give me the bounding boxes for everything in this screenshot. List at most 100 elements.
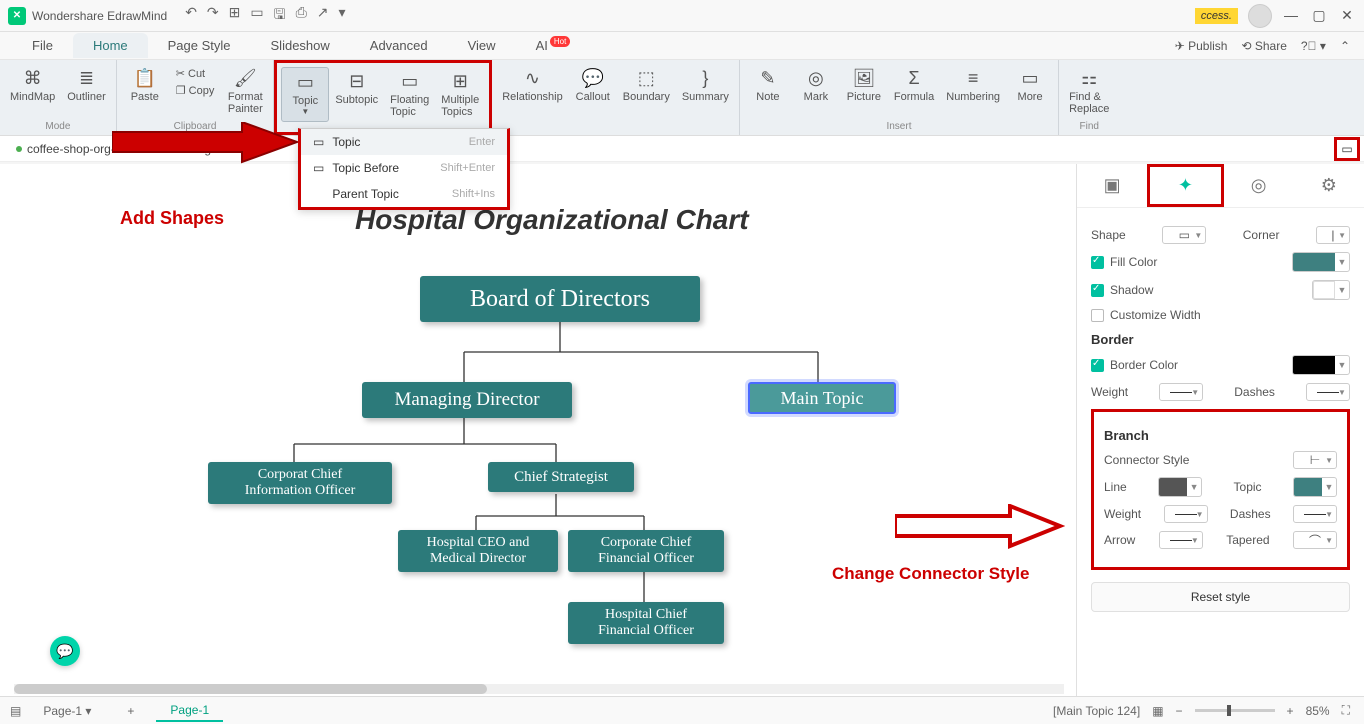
tab-slideshow[interactable]: Slideshow	[251, 33, 350, 58]
shadow-selector[interactable]: ▼	[1312, 280, 1350, 300]
tab-advanced[interactable]: Advanced	[350, 33, 448, 58]
node-ceo[interactable]: Hospital CEO and Medical Director	[398, 530, 558, 572]
page-tab-1[interactable]: Page-1 ▾	[29, 701, 105, 721]
menu-item-parent-topic[interactable]: ▭Parent TopicShift+Ins	[301, 181, 507, 207]
arrow-selector[interactable]	[1159, 531, 1203, 549]
menu-item-topic[interactable]: ▭TopicEnter	[301, 129, 507, 155]
node-cio[interactable]: Corporat Chief Information Officer	[208, 462, 392, 504]
border-color-checkbox[interactable]	[1091, 359, 1104, 372]
mindmap-button[interactable]: ⌘MindMap	[4, 64, 61, 107]
panel-tab-style[interactable]: ▣	[1077, 164, 1147, 207]
node-cfo-hosp[interactable]: Hospital Chief Financial Officer	[568, 602, 724, 644]
share-button[interactable]: ⟲ Share	[1241, 39, 1286, 53]
canvas[interactable]: Hospital Organizational Chart Board of D…	[0, 164, 1076, 696]
group-find-label: Find	[1063, 121, 1115, 133]
label-tapered: Tapered	[1226, 533, 1269, 547]
fill-color-selector[interactable]: ▼	[1292, 252, 1350, 272]
connector-style-selector[interactable]: ⊢	[1293, 451, 1337, 469]
undo-icon[interactable]: ↶	[185, 4, 197, 28]
node-cfo-corp[interactable]: Corporate Chief Financial Officer	[568, 530, 724, 572]
zoom-out-button[interactable]: −	[1176, 704, 1183, 718]
toggle-right-panel-button[interactable]: ▭	[1334, 137, 1360, 161]
numbering-button[interactable]: ≡Numbering	[940, 64, 1006, 107]
save-icon[interactable]: 🖫	[274, 4, 286, 28]
corner-selector[interactable]: |	[1316, 226, 1350, 244]
outliner-button[interactable]: ≣Outliner	[61, 64, 112, 107]
branch-weight-selector[interactable]	[1164, 505, 1208, 523]
mark-button[interactable]: ◎Mark	[792, 64, 840, 107]
more-button[interactable]: ▭More	[1006, 64, 1054, 107]
note-button[interactable]: ✎Note	[744, 64, 792, 107]
topic-button[interactable]: ▭Topic▼	[281, 67, 329, 122]
page-tab-2[interactable]: Page-1	[156, 700, 223, 722]
export-icon[interactable]: ↗	[317, 4, 329, 28]
callout-button[interactable]: 💬Callout	[569, 64, 617, 107]
section-branch: Branch	[1104, 428, 1337, 443]
node-board[interactable]: Board of Directors	[420, 276, 700, 322]
tab-ai[interactable]: AIHot	[516, 33, 591, 58]
zoom-slider[interactable]	[1195, 709, 1275, 712]
qat-more-icon[interactable]: ▾	[339, 4, 346, 28]
tab-page-style[interactable]: Page Style	[148, 33, 251, 58]
collapse-ribbon-icon[interactable]: ⌃	[1340, 39, 1350, 53]
close-icon[interactable]: ✕	[1338, 7, 1356, 25]
print-icon[interactable]: ⎙	[296, 4, 307, 28]
node-strategist[interactable]: Chief Strategist	[488, 462, 634, 492]
floating-topic-button[interactable]: ▭Floating Topic	[384, 67, 435, 122]
tapered-selector[interactable]: ⌒	[1293, 531, 1337, 549]
paste-button[interactable]: 📋Paste	[121, 64, 169, 119]
panel-tab-map[interactable]: ◎	[1224, 164, 1294, 207]
topic-color-selector[interactable]: ▼	[1293, 477, 1337, 497]
tab-file[interactable]: File	[12, 33, 73, 58]
picture-button[interactable]: 🖼Picture	[840, 64, 888, 107]
callout-icon: 💬	[582, 68, 604, 89]
subtopic-icon: ⊟	[349, 71, 364, 92]
find-replace-button[interactable]: ⚏Find & Replace	[1063, 64, 1115, 119]
panel-tab-theme[interactable]: ✦	[1147, 164, 1223, 207]
shadow-checkbox[interactable]	[1091, 284, 1104, 297]
fill-checkbox[interactable]	[1091, 256, 1104, 269]
access-badge: ccess.	[1195, 8, 1238, 24]
ai-chat-button[interactable]: 💬	[50, 636, 80, 666]
help-icon[interactable]: ?⃝ ▾	[1301, 39, 1326, 53]
tab-view[interactable]: View	[448, 33, 516, 58]
dashes-selector[interactable]	[1306, 383, 1350, 401]
line-color-selector[interactable]: ▼	[1158, 477, 1202, 497]
zoom-in-button[interactable]: +	[1287, 704, 1294, 718]
horizontal-scrollbar[interactable]	[14, 684, 1064, 694]
weight-selector[interactable]	[1159, 383, 1203, 401]
cut-icon: ✂	[176, 67, 185, 80]
view-mode-icon[interactable]: ▦	[1152, 704, 1163, 718]
new-icon[interactable]: ⊞	[229, 4, 241, 28]
reset-style-button[interactable]: Reset style	[1091, 582, 1350, 612]
copy-button[interactable]: ❐Copy	[173, 83, 218, 98]
format-painter-button[interactable]: 🖌Format Painter	[221, 64, 269, 119]
node-managing-director[interactable]: Managing Director	[362, 382, 572, 418]
topic-item-icon: ▭	[313, 135, 324, 149]
fit-page-icon[interactable]: ⛶	[1342, 703, 1350, 718]
page-list-icon[interactable]: ▤	[10, 704, 21, 718]
open-icon[interactable]: ▭	[250, 4, 263, 28]
scrollbar-thumb[interactable]	[14, 684, 487, 694]
multiple-topics-button[interactable]: ⊞Multiple Topics	[435, 67, 485, 122]
cut-button[interactable]: ✂Cut	[173, 66, 218, 81]
redo-icon[interactable]: ↷	[207, 4, 219, 28]
formula-button[interactable]: ΣFormula	[888, 64, 940, 107]
custom-width-checkbox[interactable]	[1091, 309, 1104, 322]
publish-button[interactable]: ✈ Publish	[1175, 39, 1228, 53]
panel-tab-settings[interactable]: ⚙	[1294, 164, 1364, 207]
relationship-button[interactable]: ∿Relationship	[496, 64, 569, 107]
menu-item-topic-before[interactable]: ▭Topic BeforeShift+Enter	[301, 155, 507, 181]
tab-home[interactable]: Home	[73, 33, 148, 58]
add-page-button[interactable]: +	[113, 701, 148, 721]
summary-button[interactable]: }Summary	[676, 64, 735, 107]
avatar[interactable]	[1248, 4, 1272, 28]
branch-dashes-selector[interactable]	[1293, 505, 1337, 523]
shape-selector[interactable]: ▭	[1162, 226, 1206, 244]
border-color-selector[interactable]: ▼	[1292, 355, 1350, 375]
maximize-icon[interactable]: ▢	[1310, 7, 1328, 25]
node-main-topic[interactable]: Main Topic	[748, 382, 896, 414]
subtopic-button[interactable]: ⊟Subtopic	[329, 67, 384, 122]
boundary-button[interactable]: ⬚Boundary	[617, 64, 676, 107]
minimize-icon[interactable]: —	[1282, 7, 1300, 25]
